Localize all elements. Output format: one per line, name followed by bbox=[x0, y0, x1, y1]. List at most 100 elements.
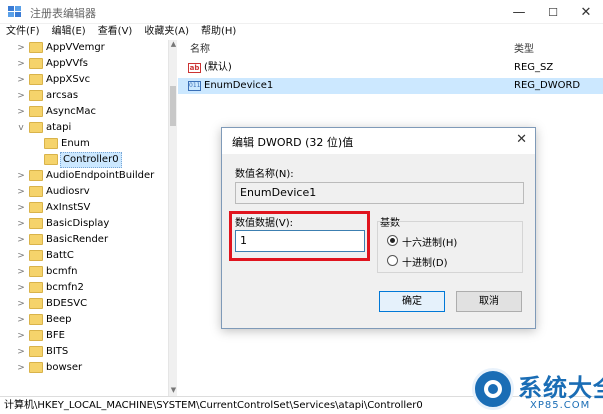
minimize-button[interactable]: — bbox=[502, 0, 536, 24]
expand-icon[interactable]: > bbox=[16, 248, 26, 264]
menu-help[interactable]: 帮助(H) bbox=[195, 24, 242, 40]
expand-icon[interactable]: > bbox=[16, 360, 26, 376]
dialog-title-bar: 编辑 DWORD (32 位)值 ✕ bbox=[222, 128, 535, 154]
folder-icon bbox=[29, 330, 43, 341]
tree-item-controller0[interactable]: Controller0 bbox=[0, 152, 168, 168]
tree-item-beep[interactable]: > Beep bbox=[0, 312, 168, 328]
tree-item-label: AppXSvc bbox=[46, 74, 91, 85]
folder-open-icon bbox=[29, 122, 43, 133]
scroll-up-icon[interactable]: ▲ bbox=[169, 40, 178, 50]
menu-file[interactable]: 文件(F) bbox=[0, 24, 46, 40]
radio-dec-label[interactable]: 十进制(D) bbox=[402, 254, 448, 269]
tree-item-atapi[interactable]: v atapi bbox=[0, 120, 168, 136]
tree-item-label: Controller0 bbox=[60, 152, 122, 168]
tree-item-axinstsv[interactable]: > AxInstSV bbox=[0, 200, 168, 216]
title-bar: 注册表编辑器 — ☐ ✕ bbox=[0, 0, 603, 24]
expand-icon[interactable]: > bbox=[16, 280, 26, 296]
folder-icon bbox=[29, 298, 43, 309]
tree-item-label: AudioEndpointBuilder bbox=[46, 170, 155, 181]
tree-item-audiosrv[interactable]: > Audiosrv bbox=[0, 184, 168, 200]
watermark-brand: 系统大全 bbox=[518, 374, 603, 402]
tree-item-label: BasicDisplay bbox=[46, 218, 110, 229]
dialog-close-button[interactable]: ✕ bbox=[516, 132, 527, 147]
radio-hex[interactable] bbox=[387, 235, 398, 246]
radio-selected-dot bbox=[390, 238, 395, 243]
tree-item-battc[interactable]: > BattC bbox=[0, 248, 168, 264]
radio-hex-label[interactable]: 十六进制(H) bbox=[402, 234, 457, 249]
tree-item-label: AxInstSV bbox=[46, 202, 91, 213]
tree-item-bcmfn2[interactable]: > bcmfn2 bbox=[0, 280, 168, 296]
maximize-button[interactable]: ☐ bbox=[536, 0, 570, 24]
close-button[interactable]: ✕ bbox=[569, 0, 603, 24]
tree-item-basicdisplay[interactable]: > BasicDisplay bbox=[0, 216, 168, 232]
expand-icon[interactable]: > bbox=[16, 296, 26, 312]
expand-icon[interactable]: > bbox=[16, 88, 26, 104]
scroll-down-icon[interactable]: ▼ bbox=[169, 386, 178, 396]
scrollbar-thumb[interactable] bbox=[170, 86, 176, 126]
column-header-name[interactable]: 名称 bbox=[190, 42, 210, 58]
value-type: REG_SZ bbox=[514, 62, 554, 73]
highlight-box bbox=[229, 211, 370, 261]
folder-icon bbox=[29, 218, 43, 229]
tree-item-enum[interactable]: Enum bbox=[0, 136, 168, 152]
tree-item-appvvfs[interactable]: > AppVVfs bbox=[0, 56, 168, 72]
tree-item-appvvemgr[interactable]: > AppVVemgr bbox=[0, 40, 168, 56]
menu-view[interactable]: 查看(V) bbox=[92, 24, 139, 40]
tree-item-basicrender[interactable]: > BasicRender bbox=[0, 232, 168, 248]
tree-item-label: bcmfn2 bbox=[46, 282, 84, 293]
expand-icon[interactable]: > bbox=[16, 344, 26, 360]
folder-icon bbox=[29, 346, 43, 357]
expand-icon[interactable]: > bbox=[16, 200, 26, 216]
dword-value-icon: 011 bbox=[188, 81, 201, 91]
tree-scrollbar[interactable]: ▲ ▼ bbox=[168, 40, 177, 396]
expand-icon[interactable]: > bbox=[16, 56, 26, 72]
expand-icon[interactable]: > bbox=[16, 72, 26, 88]
tree-item-bdesvc[interactable]: > BDESVC bbox=[0, 296, 168, 312]
ok-button[interactable]: 确定 bbox=[379, 291, 445, 312]
expand-icon[interactable]: > bbox=[16, 104, 26, 120]
value-name: (默认) bbox=[204, 62, 232, 73]
column-header-type[interactable]: 类型 bbox=[514, 42, 534, 58]
dialog-title: 编辑 DWORD (32 位)值 bbox=[232, 136, 354, 149]
folder-icon bbox=[29, 42, 43, 53]
watermark-logo-icon bbox=[472, 368, 514, 410]
collapse-icon[interactable]: v bbox=[16, 120, 26, 136]
expand-icon[interactable]: > bbox=[16, 168, 26, 184]
tree-item-bowser[interactable]: > bowser bbox=[0, 360, 168, 376]
menu-edit[interactable]: 编辑(E) bbox=[46, 24, 92, 40]
value-name: EnumDevice1 bbox=[204, 80, 274, 91]
cancel-button[interactable]: 取消 bbox=[456, 291, 522, 312]
folder-open-icon bbox=[44, 154, 58, 165]
tree-item-bfe[interactable]: > BFE bbox=[0, 328, 168, 344]
value-row-enumdevice1[interactable]: 011 EnumDevice1 REG_DWORD bbox=[178, 78, 603, 94]
tree-item-arcsas[interactable]: > arcsas bbox=[0, 88, 168, 104]
value-row-default[interactable]: ab (默认) REG_SZ bbox=[178, 60, 603, 76]
site-watermark: 系统大全 XP85.COM bbox=[470, 366, 603, 414]
tree-item-label: AppVVemgr bbox=[46, 42, 105, 53]
tree-item-bits[interactable]: > BITS bbox=[0, 344, 168, 360]
expand-icon[interactable]: > bbox=[16, 232, 26, 248]
tree-item-label: arcsas bbox=[46, 90, 79, 101]
registry-tree[interactable]: > AppVVemgr > AppVVfs > AppXSvc > arcsas > As… bbox=[0, 40, 176, 396]
tree-item-label: atapi bbox=[46, 122, 72, 133]
menu-bar: 文件(F) 编辑(E) 查看(V) 收藏夹(A) 帮助(H) bbox=[0, 24, 603, 40]
expand-icon[interactable]: > bbox=[16, 312, 26, 328]
expand-icon[interactable]: > bbox=[16, 184, 26, 200]
folder-icon bbox=[29, 74, 43, 85]
tree-item-label: BFE bbox=[46, 330, 65, 341]
tree-item-bcmfn[interactable]: > bcmfn bbox=[0, 264, 168, 280]
expand-icon[interactable]: > bbox=[16, 264, 26, 280]
tree-item-label: bcmfn bbox=[46, 266, 78, 277]
tree-item-appxsvc[interactable]: > AppXSvc bbox=[0, 72, 168, 88]
folder-icon bbox=[44, 138, 58, 149]
radio-dec[interactable] bbox=[387, 255, 398, 266]
expand-icon[interactable]: > bbox=[16, 40, 26, 56]
expand-icon[interactable]: > bbox=[16, 216, 26, 232]
menu-favorites[interactable]: 收藏夹(A) bbox=[138, 24, 195, 40]
tree-item-label: bowser bbox=[46, 362, 83, 373]
tree-item-audioendpointbuilder[interactable]: > AudioEndpointBuilder bbox=[0, 168, 168, 184]
expand-icon[interactable]: > bbox=[16, 328, 26, 344]
folder-icon bbox=[29, 362, 43, 373]
tree-item-label: AppVVfs bbox=[46, 58, 88, 69]
tree-item-asyncmac[interactable]: > AsyncMac bbox=[0, 104, 168, 120]
